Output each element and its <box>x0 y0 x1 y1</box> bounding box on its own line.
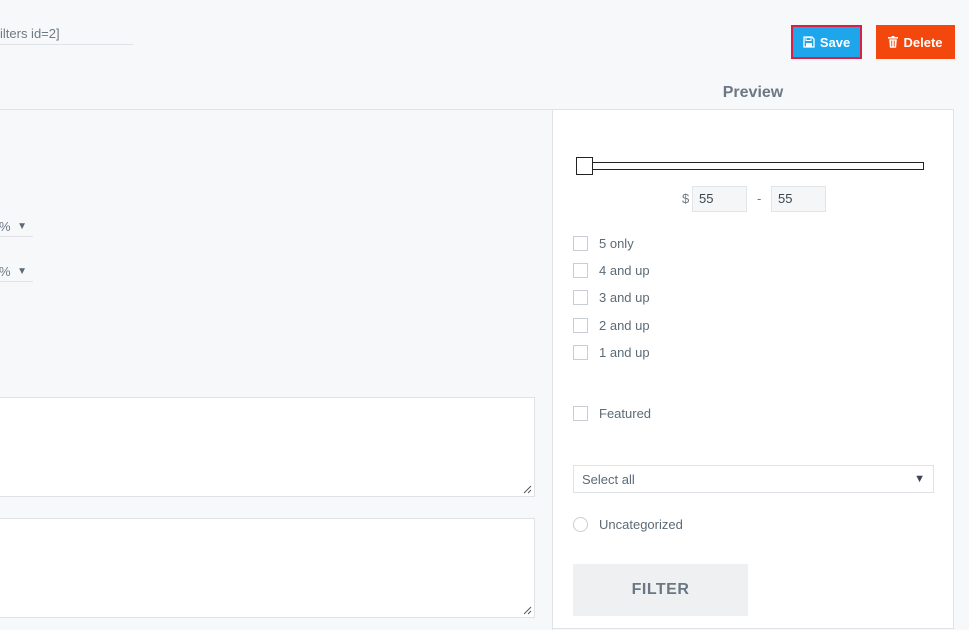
percent-select-value: % <box>0 264 11 279</box>
shortcode-field[interactable]: ilters id=2] <box>0 24 133 45</box>
checkbox[interactable] <box>573 290 588 305</box>
filter-button[interactable]: FILTER <box>573 564 748 616</box>
category-option-uncategorized[interactable]: Uncategorized <box>573 517 683 532</box>
percent-select-1[interactable]: % ▼ <box>0 217 33 237</box>
percent-select-2[interactable]: % ▼ <box>0 262 33 282</box>
rating-label: 4 and up <box>599 263 650 278</box>
percent-select-value: % <box>0 219 11 234</box>
radio-button[interactable] <box>573 517 588 532</box>
featured-option[interactable]: Featured <box>573 406 651 421</box>
checkbox[interactable] <box>573 263 588 278</box>
dropdown-arrow-icon: ▼ <box>17 266 27 277</box>
rating-option-2[interactable]: 2 and up <box>573 318 650 333</box>
rating-option-1[interactable]: 1 and up <box>573 345 650 360</box>
rating-option-4[interactable]: 4 and up <box>573 263 650 278</box>
delete-button[interactable]: Delete <box>876 25 955 59</box>
preview-title: Preview <box>722 84 784 101</box>
checkbox[interactable] <box>573 406 588 421</box>
featured-label: Featured <box>599 406 652 421</box>
rating-option-3[interactable]: 3 and up <box>573 290 650 305</box>
trash-icon <box>888 36 899 48</box>
save-button[interactable]: Save <box>791 25 862 59</box>
textarea-1[interactable] <box>0 397 535 497</box>
rating-label: 1 and up <box>599 345 650 360</box>
rating-option-5[interactable]: 5 only <box>573 236 634 251</box>
currency-symbol: $ <box>682 191 690 206</box>
dropdown-arrow-icon: ▼ <box>914 473 925 485</box>
checkbox[interactable] <box>573 318 588 333</box>
dropdown-arrow-icon: ▼ <box>17 221 27 232</box>
settings-panel: % ▼ % ▼ <box>0 109 553 630</box>
resize-grip-icon[interactable] <box>523 606 532 615</box>
resize-grip-icon[interactable] <box>523 485 532 494</box>
price-range: $ 55 - 55 <box>553 186 953 212</box>
price-separator: - <box>757 191 762 206</box>
textarea-2[interactable] <box>0 518 535 618</box>
price-slider-track[interactable] <box>577 162 924 170</box>
category-option-label: Uncategorized <box>599 517 683 532</box>
rating-label: 3 and up <box>599 290 650 305</box>
preview-panel: $ 55 - 55 5 only 4 and up 3 and up 2 and… <box>552 109 954 629</box>
price-max-input[interactable]: 55 <box>771 186 826 212</box>
rating-label: 5 only <box>599 236 634 251</box>
price-slider-handle[interactable] <box>576 157 593 175</box>
floppy-disk-icon <box>803 36 815 48</box>
checkbox[interactable] <box>573 345 588 360</box>
rating-label: 2 and up <box>599 318 650 333</box>
category-select[interactable]: Select all ▼ <box>573 465 934 493</box>
delete-button-label: Delete <box>903 34 943 50</box>
category-select-value: Select all <box>582 471 635 487</box>
checkbox[interactable] <box>573 236 588 251</box>
save-button-label: Save <box>819 34 851 50</box>
price-min-input[interactable]: 55 <box>692 186 747 212</box>
